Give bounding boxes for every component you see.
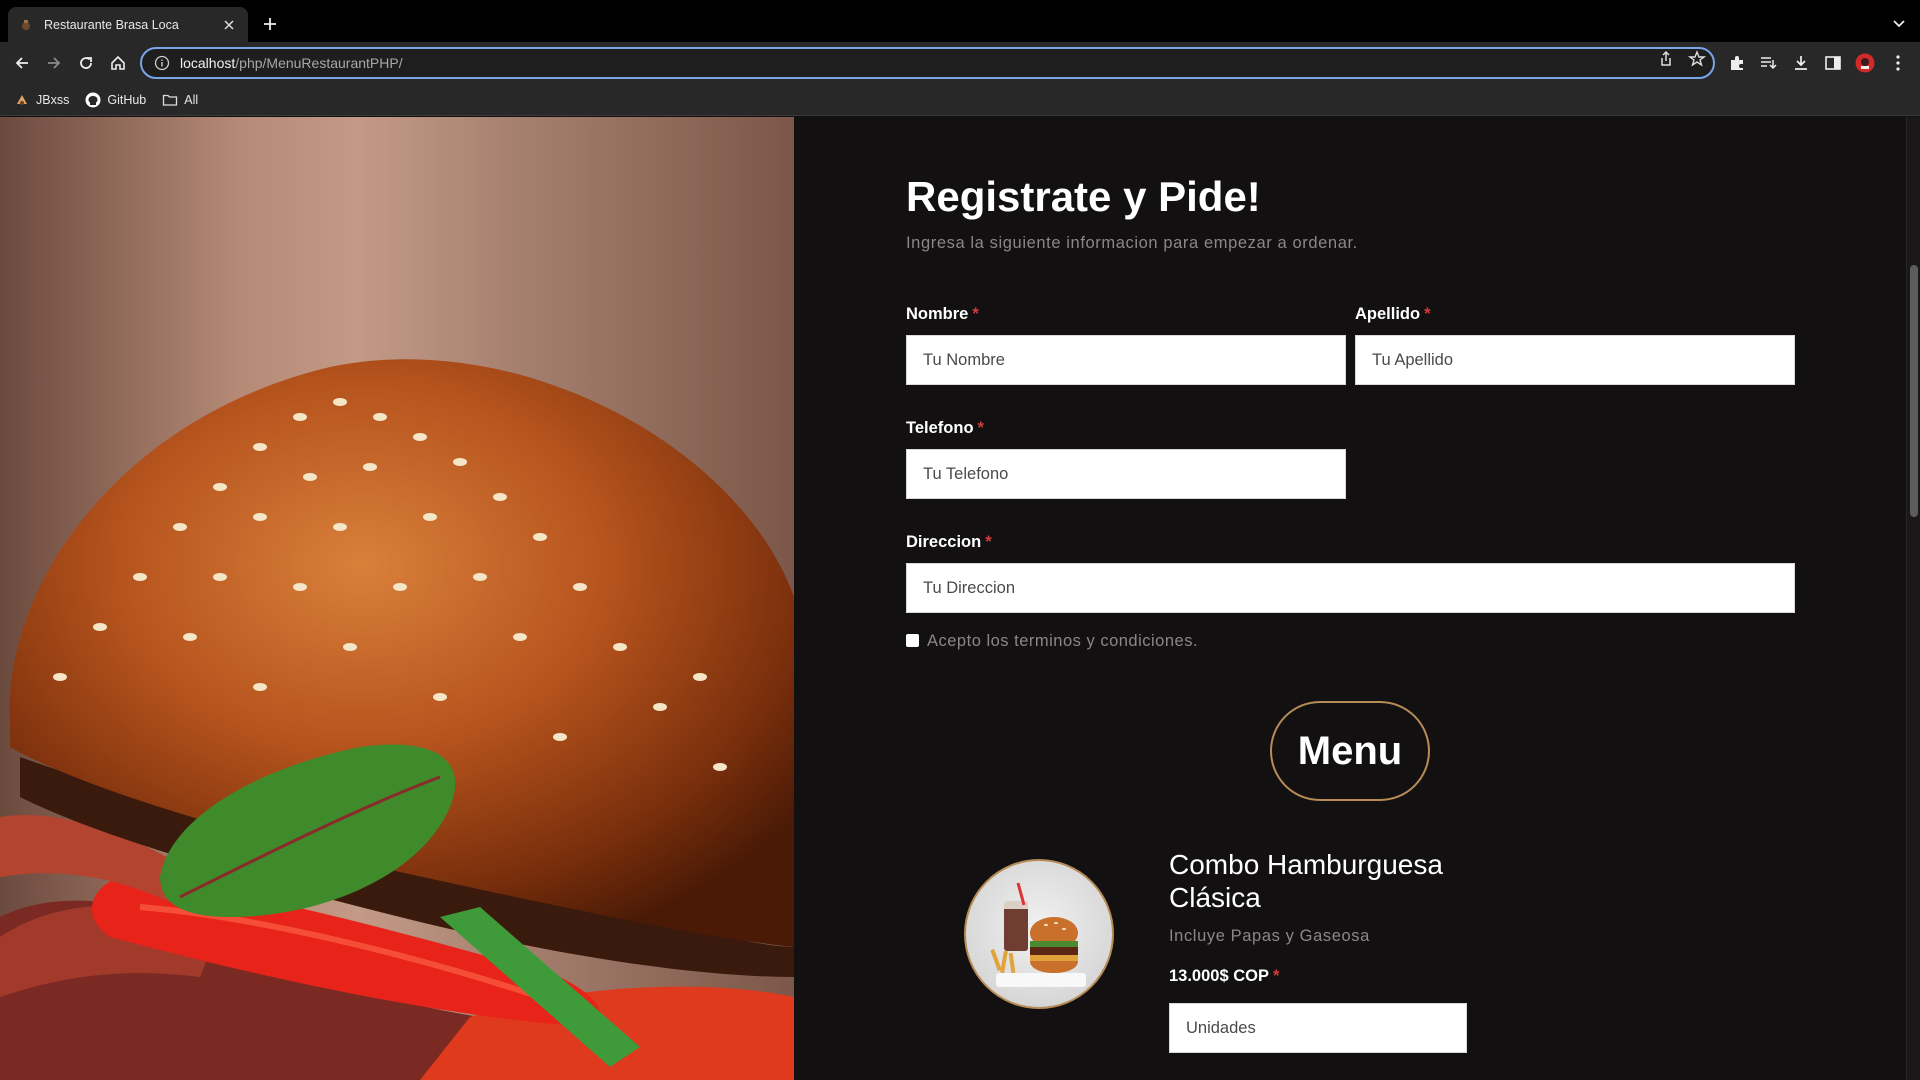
reading-list-icon[interactable]	[1758, 53, 1778, 73]
nombre-input[interactable]: Tu Nombre	[906, 335, 1346, 385]
reload-icon[interactable]	[74, 51, 98, 75]
back-arrow-icon[interactable]	[10, 51, 34, 75]
home-icon[interactable]	[106, 51, 130, 75]
bookmarks-bar: JBxss GitHub All	[0, 84, 1920, 116]
required-asterisk: *	[977, 419, 984, 437]
direccion-label: Direccion *	[906, 533, 992, 552]
restaurant-favicon-icon	[18, 17, 34, 33]
telefono-label: Telefono *	[906, 419, 984, 438]
site-info-icon[interactable]	[154, 55, 170, 71]
telefono-input[interactable]: Tu Telefono	[906, 449, 1346, 499]
tab-search-chevron-icon[interactable]	[1890, 14, 1908, 32]
bookmark-label: GitHub	[107, 92, 147, 107]
bookmark-github[interactable]: GitHub	[85, 92, 146, 108]
apellido-label-text: Apellido	[1355, 305, 1421, 323]
forward-arrow-icon[interactable]	[42, 51, 66, 75]
bookmark-label: All	[184, 92, 199, 107]
address-bar[interactable]: localhost/php/MenuRestaurantPHP/	[140, 47, 1715, 79]
side-panel-icon[interactable]	[1823, 53, 1843, 73]
jbxss-favicon-icon	[14, 92, 30, 108]
apellido-input[interactable]: Tu Apellido	[1355, 335, 1795, 385]
browser-tab[interactable]: Restaurante Brasa Loca	[8, 7, 248, 42]
extensions-puzzle-icon[interactable]	[1727, 53, 1747, 73]
bookmark-star-icon[interactable]	[1687, 50, 1707, 68]
new-tab-icon[interactable]	[258, 12, 282, 36]
bookmark-label: JBxss	[36, 92, 70, 107]
browser-tab-strip: Restaurante Brasa Loca	[0, 0, 1920, 42]
folder-icon	[162, 92, 178, 108]
url-host: localhost	[180, 55, 236, 71]
direccion-label-text: Direccion	[906, 533, 982, 551]
browser-toolbar: localhost/php/MenuRestaurantPHP/	[0, 42, 1920, 84]
menu-item-title: Combo Hamburguesa Clásica	[1169, 849, 1443, 913]
menu-section-title: Menu	[1270, 701, 1430, 801]
required-asterisk: *	[972, 305, 979, 323]
terms-checkbox[interactable]	[906, 634, 919, 647]
required-asterisk: *	[1272, 967, 1280, 985]
unidades-quantity-input[interactable]: Unidades	[1169, 1003, 1467, 1053]
menu-item-price-text: 13.000$ COP	[1169, 967, 1269, 985]
profile-avatar-icon[interactable]	[1855, 53, 1875, 73]
tab-title: Restaurante Brasa Loca	[44, 17, 179, 32]
burger-hero-image	[0, 117, 794, 1080]
nombre-label-text: Nombre	[906, 305, 969, 323]
direccion-input[interactable]: Tu Direccion	[906, 563, 1795, 613]
download-icon[interactable]	[1791, 53, 1811, 73]
bookmark-folder-all[interactable]: All	[162, 92, 198, 108]
combo-burger-photo	[964, 859, 1114, 1009]
telefono-label-text: Telefono	[906, 419, 974, 437]
menu-item-description: Incluye Papas y Gaseosa	[1169, 927, 1370, 945]
share-icon[interactable]	[1657, 50, 1675, 68]
page-viewport: Registrate y Pide! Ingresa la siguiente …	[0, 117, 1920, 1080]
nombre-label: Nombre *	[906, 305, 979, 324]
tab-close-icon[interactable]	[220, 16, 238, 34]
menu-item-price: 13.000$ COP *	[1169, 967, 1279, 986]
apellido-label: Apellido *	[1355, 305, 1431, 324]
form-subtitle: Ingresa la siguiente informacion para em…	[906, 234, 1358, 252]
chrome-menu-kebab-icon[interactable]	[1888, 53, 1908, 73]
required-asterisk: *	[1424, 305, 1431, 323]
terms-row: Acepto los terminos y condiciones.	[906, 632, 1198, 651]
form-heading: Registrate y Pide!	[906, 173, 1261, 220]
page-scrollbar[interactable]	[1906, 117, 1920, 1080]
github-icon	[85, 92, 101, 108]
terms-label[interactable]: Acepto los terminos y condiciones.	[927, 632, 1198, 651]
bookmark-jbxss[interactable]: JBxss	[14, 92, 69, 108]
scrollbar-thumb[interactable]	[1910, 265, 1918, 517]
url-path: /php/MenuRestaurantPHP/	[235, 55, 403, 71]
required-asterisk: *	[985, 533, 992, 551]
